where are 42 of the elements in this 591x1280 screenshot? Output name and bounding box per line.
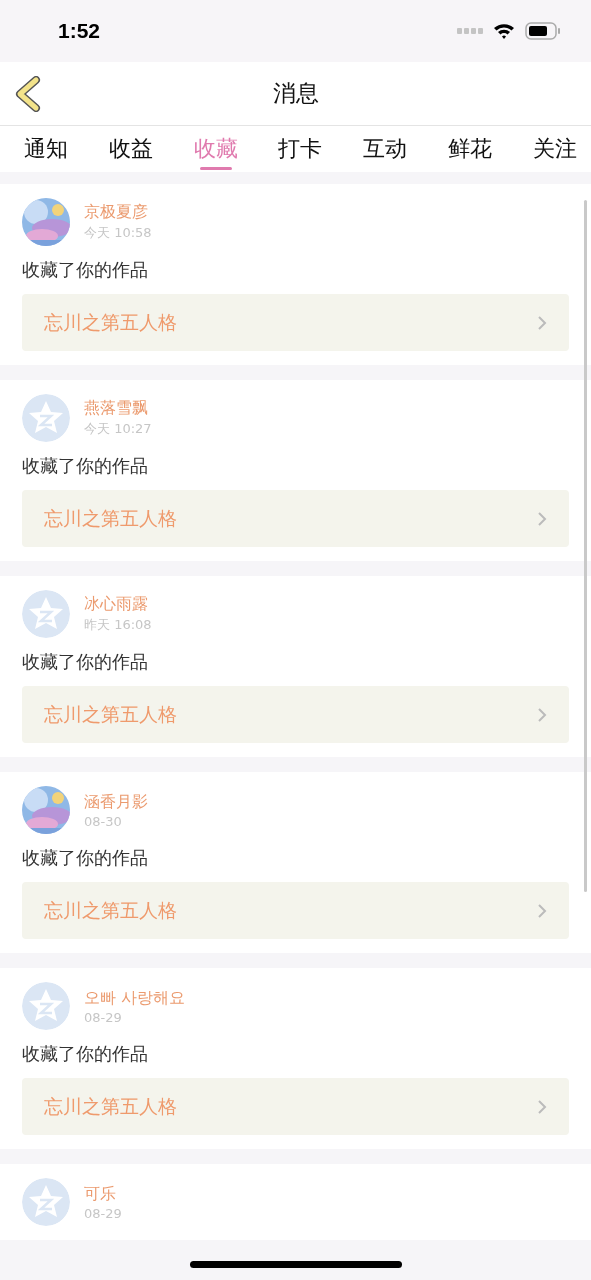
message-text: 收藏了你的作品 [22,454,149,478]
tab[interactable]: 互动 [363,126,408,172]
user-name[interactable]: 오빠 사랑해요 [84,987,186,1009]
chevron-right-icon [537,1098,547,1115]
chevron-right-icon [537,706,547,723]
work-link[interactable]: 忘川之第五人格 [22,490,569,547]
battery-icon [525,22,561,40]
default-avatar-icon [22,394,70,442]
default-avatar-icon [22,982,70,1030]
work-link[interactable]: 忘川之第五人格 [22,882,569,939]
default-avatar-icon [22,1178,70,1226]
wifi-icon [493,23,515,39]
page-title: 消息 [272,79,319,108]
tab[interactable]: 关注 [532,126,577,172]
message-text: 收藏了你的作品 [22,1042,149,1066]
user-name[interactable]: 燕落雪飘 [84,398,152,419]
tab[interactable]: 收藏 [193,126,238,172]
signal-icon [457,28,483,34]
work-link[interactable]: 忘川之第五人格 [22,686,569,743]
work-link[interactable]: 忘川之第五人格 [22,1078,569,1135]
status-time: 1:52 [58,19,101,43]
tab[interactable]: 打卡 [278,126,323,172]
default-avatar-icon [22,590,70,638]
tab[interactable]: 鲜花 [448,126,493,172]
tab[interactable]: 收益 [108,126,153,172]
chevron-right-icon [537,902,547,919]
message-text: 收藏了你的作品 [22,846,149,870]
user-name[interactable]: 冰心雨露 [84,594,152,615]
message-time: 08-29 [84,1205,122,1221]
message-text: 收藏了你的作品 [22,258,149,282]
message-time: 今天 10:58 [84,224,152,242]
user-name[interactable]: 京极夏彦 [84,202,152,223]
message-text: 收藏了你的作品 [22,650,149,674]
work-link[interactable]: 忘川之第五人格 [22,294,569,351]
chevron-right-icon [537,314,547,331]
message-time: 08-30 [84,813,123,829]
user-name[interactable]: 涵香月影 [84,791,148,813]
message-time: 08-29 [84,1009,123,1025]
user-name[interactable]: 可乐 [84,1183,122,1205]
message-time: 今天 10:27 [84,420,152,438]
tab[interactable]: 通知 [24,126,68,172]
chevron-right-icon [537,510,547,527]
